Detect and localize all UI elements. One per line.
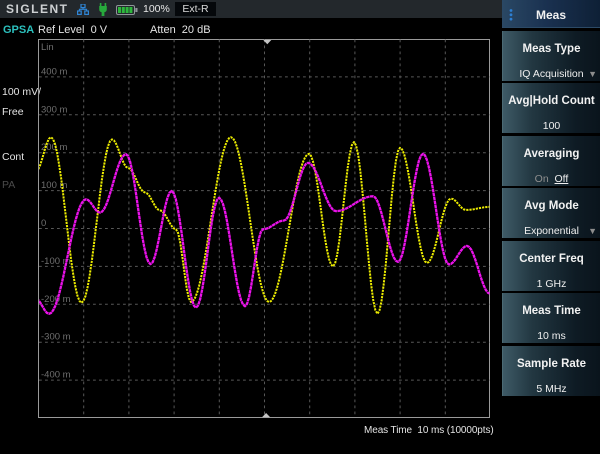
svg-text:100 m: 100 m	[41, 180, 67, 191]
svg-text:-400 m: -400 m	[41, 370, 71, 381]
svg-text:400 m: 400 m	[41, 66, 67, 77]
svg-text:0: 0	[41, 218, 46, 229]
svg-text:-300 m: -300 m	[41, 332, 71, 343]
svg-text:Lin: Lin	[41, 42, 54, 53]
svg-text:300 m: 300 m	[41, 104, 67, 115]
